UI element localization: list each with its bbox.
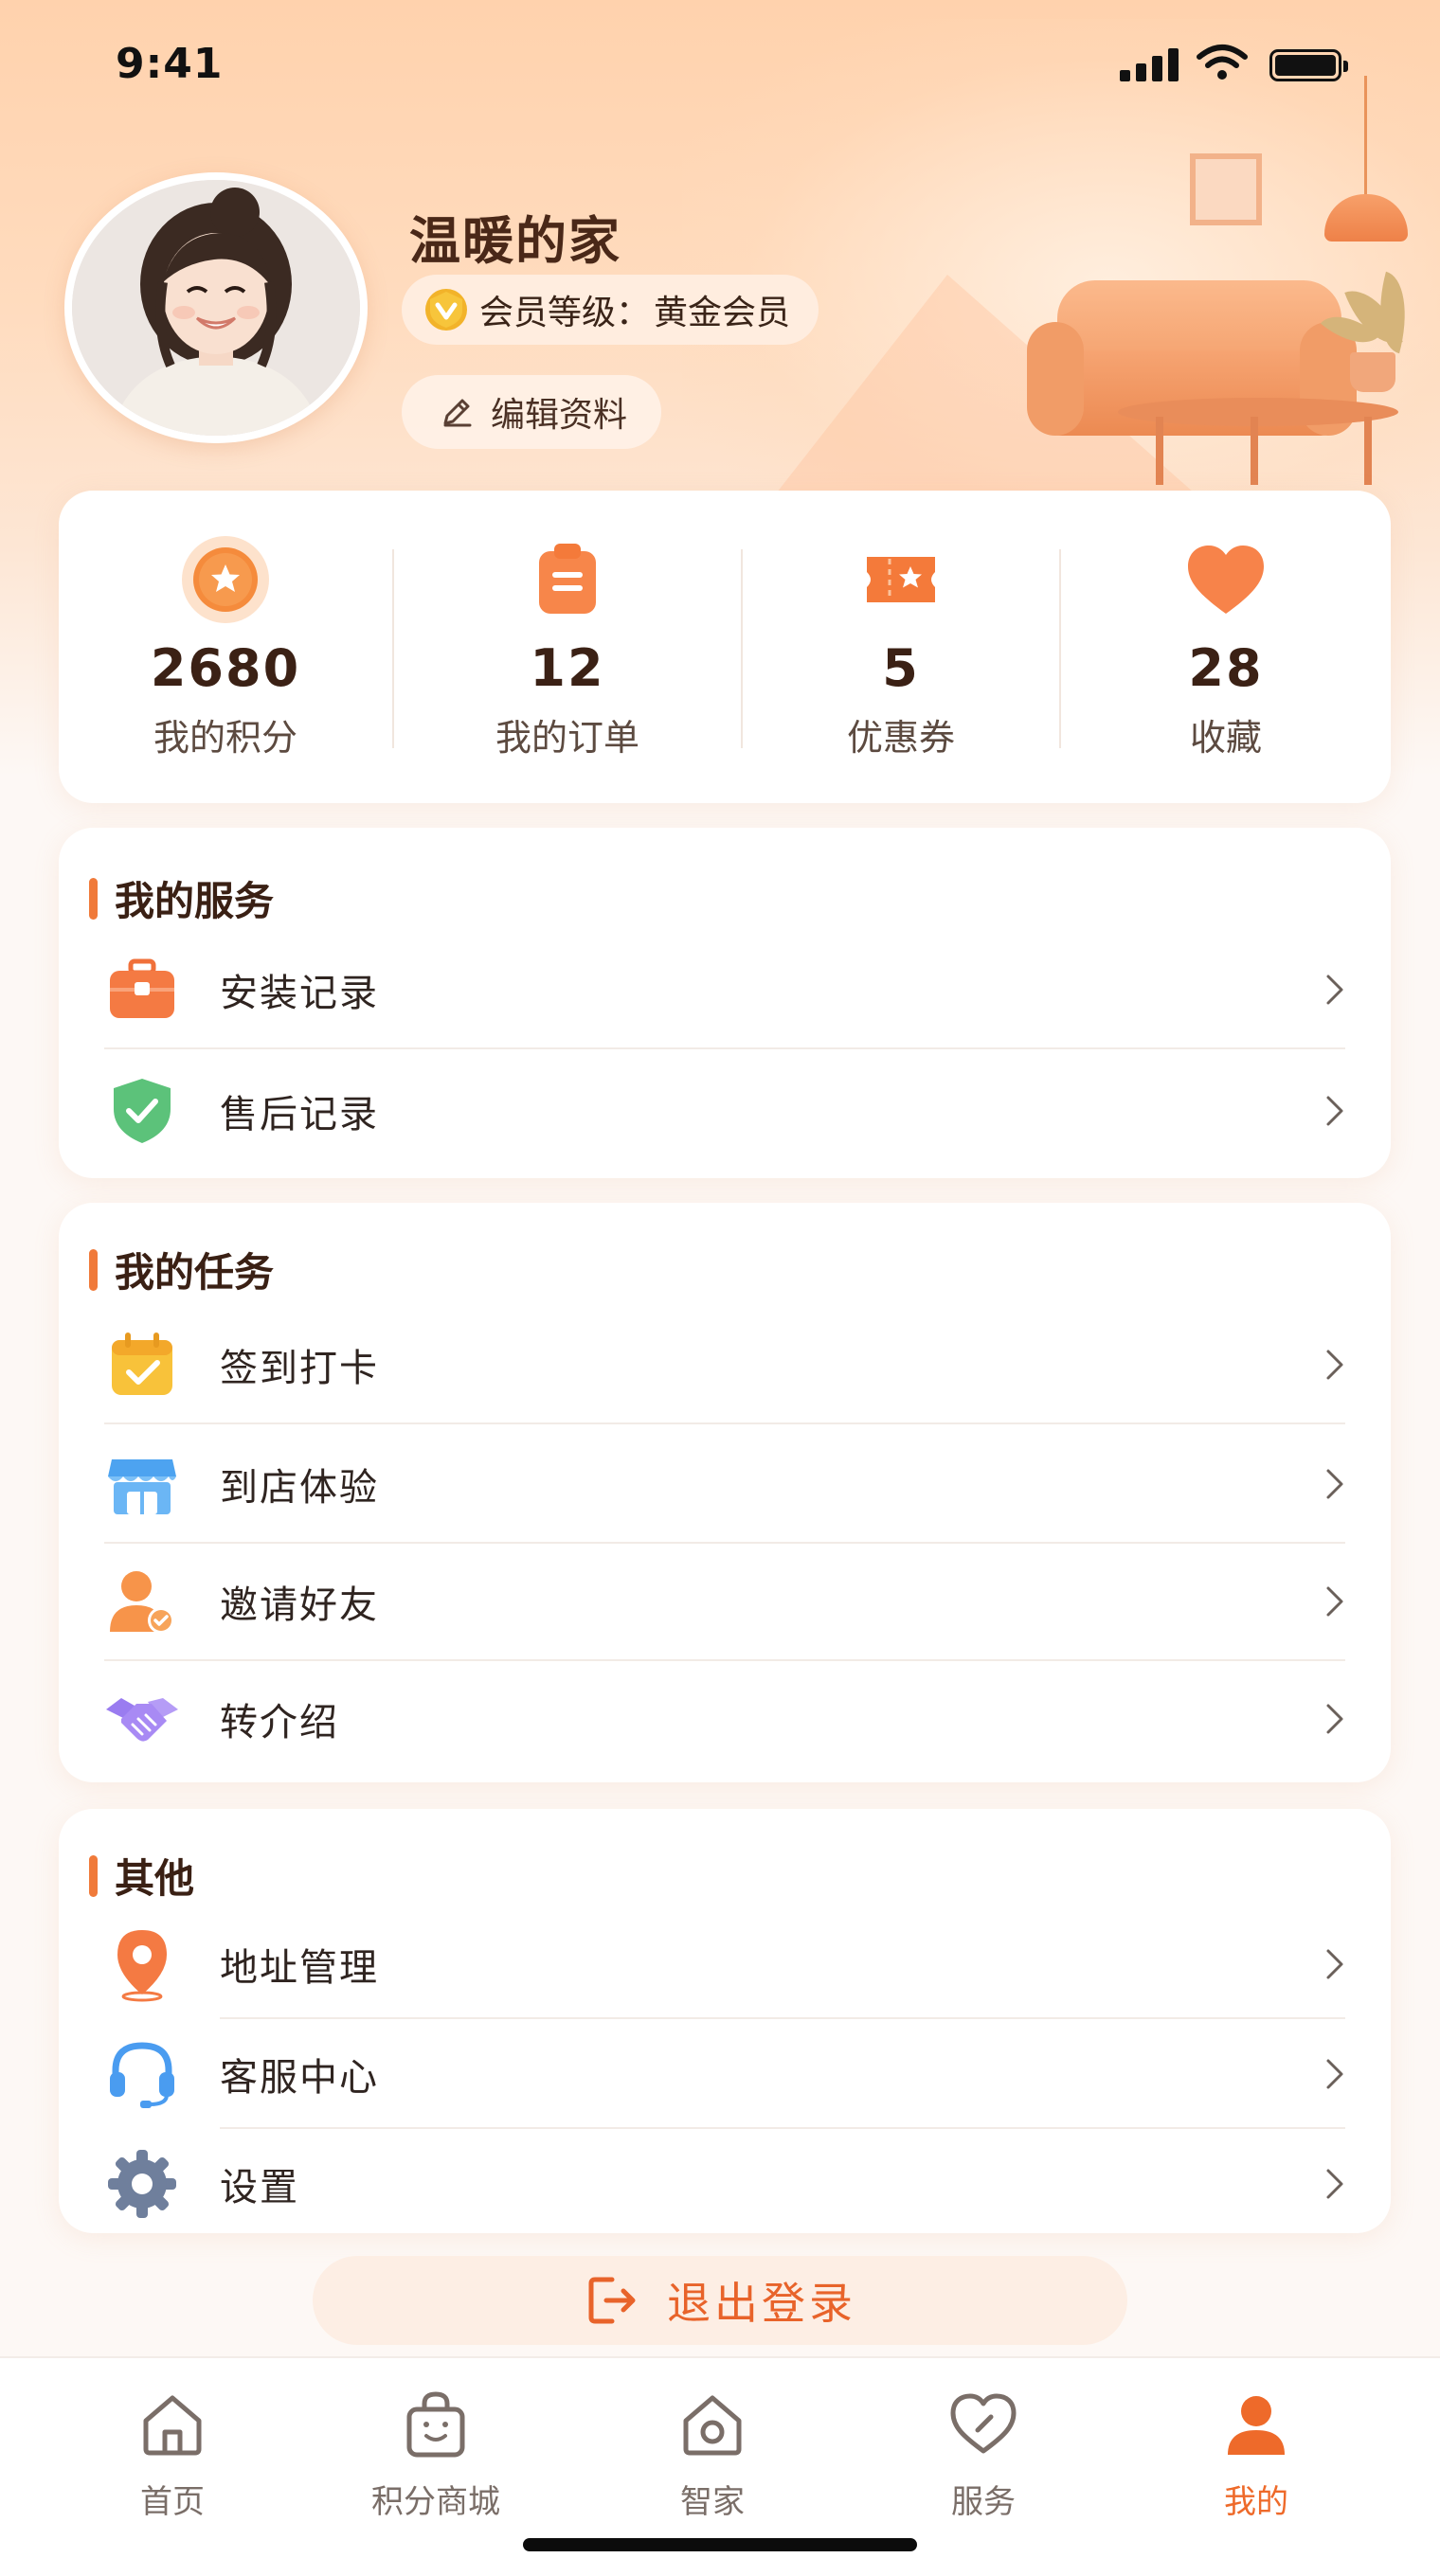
coupon-ticket-icon [867, 557, 935, 602]
points-star-icon [182, 536, 269, 623]
menu-item-address-management[interactable]: 地址管理 [59, 1909, 1391, 2019]
menu-item-label: 地址管理 [220, 1946, 379, 1990]
user-invite-icon [110, 1571, 174, 1634]
stat-value: 5 [882, 638, 920, 698]
avatar-photo [72, 180, 360, 436]
home-indicator [523, 2538, 917, 2551]
menu-item-label: 安装记录 [220, 972, 379, 1015]
tab-label: 服务 [951, 2483, 1016, 2521]
wifi-icon [1197, 45, 1248, 80]
logout-label: 退出登录 [667, 2278, 856, 2329]
menu-item-referral[interactable]: 转介绍 [59, 1659, 1391, 1779]
chevron-right-icon [1326, 1469, 1343, 1499]
store-icon [108, 1459, 176, 1514]
tab-label: 我的 [1224, 2483, 1288, 2521]
logout-icon [588, 2277, 636, 2324]
chevron-right-icon [1326, 2059, 1343, 2089]
chevron-right-icon [1326, 1586, 1343, 1617]
menu-item-customer-service[interactable]: 客服中心 [59, 2019, 1391, 2129]
tab-label: 首页 [140, 2483, 205, 2521]
heart-service-icon [950, 2393, 1017, 2454]
menu-item-label: 设置 [220, 2166, 299, 2209]
profile-name: 温暖的家 [409, 211, 621, 271]
tab-label: 智家 [680, 2483, 745, 2521]
stat-label: 我的积分 [153, 717, 297, 759]
menu-item-label: 转介绍 [220, 1701, 339, 1744]
stat-orders[interactable]: 12 我的订单 [394, 491, 741, 803]
shopping-bag-icon [406, 2391, 465, 2458]
menu-item-label: 到店体验 [220, 1466, 379, 1510]
member-level-value: 黄金会员 [654, 294, 791, 332]
section-title: 我的服务 [89, 869, 274, 927]
menu-item-label: 客服中心 [220, 2056, 379, 2100]
stat-label: 收藏 [1189, 717, 1262, 759]
section-title: 我的任务 [89, 1241, 274, 1298]
headset-icon [110, 2042, 174, 2108]
pencil-icon [443, 399, 472, 427]
vip-crown-icon [425, 289, 467, 331]
stat-value: 28 [1188, 638, 1264, 698]
member-level-label: 会员等级： [479, 294, 651, 332]
stat-label: 我的订单 [495, 717, 639, 759]
user-profile-icon [1228, 2396, 1285, 2455]
stat-value: 2680 [150, 638, 301, 698]
cellular-signal-icon [1120, 47, 1180, 81]
menu-item-label: 售后记录 [220, 1093, 379, 1136]
home-icon [143, 2395, 202, 2456]
stat-favorites[interactable]: 28 收藏 [1061, 491, 1391, 803]
location-pin-icon [117, 1930, 167, 2002]
stats-card: 2680 我的积分 12 我的订单 5 优惠券 28 收藏 [59, 491, 1391, 803]
menu-item-check-in[interactable]: 签到打卡 [59, 1305, 1391, 1424]
stat-coupons[interactable]: 5 优惠券 [743, 491, 1059, 803]
tab-smart-home[interactable]: 智家 [608, 2388, 817, 2521]
menu-item-label: 签到打卡 [220, 1347, 379, 1390]
battery-icon [1269, 49, 1348, 81]
chevron-right-icon [1326, 1350, 1343, 1380]
stat-points[interactable]: 2680 我的积分 [59, 491, 392, 803]
menu-item-label: 邀请好友 [220, 1583, 379, 1627]
avatar[interactable] [64, 172, 368, 443]
edit-profile-button[interactable]: 编辑资料 [402, 375, 662, 449]
section-title: 其他 [89, 1847, 194, 1905]
status-bar: 9:41 [0, 0, 1440, 133]
tab-label: 积分商城 [371, 2483, 500, 2521]
tab-mine[interactable]: 我的 [1152, 2388, 1360, 2521]
order-clipboard-icon [539, 544, 596, 614]
wall-frame-decoration [1190, 153, 1262, 225]
menu-item-install-records[interactable]: 安装记录 [59, 930, 1391, 1049]
edit-profile-label: 编辑资料 [491, 396, 628, 435]
calendar-check-icon [112, 1333, 172, 1395]
stat-value: 12 [530, 638, 605, 698]
menu-item-store-visit[interactable]: 到店体验 [59, 1424, 1391, 1544]
tab-service[interactable]: 服务 [879, 2388, 1088, 2521]
stat-label: 优惠券 [846, 717, 955, 759]
handshake-icon [106, 1698, 178, 1742]
favorite-heart-icon [1188, 546, 1264, 614]
gear-icon [108, 2150, 176, 2218]
chevron-right-icon [1326, 1096, 1343, 1126]
chevron-right-icon [1326, 975, 1343, 1005]
other-card: 其他 地址管理 客服中心 设置 [59, 1809, 1391, 2233]
chevron-right-icon [1326, 2169, 1343, 2199]
menu-item-aftersales-records[interactable]: 售后记录 [59, 1051, 1391, 1171]
menu-item-settings[interactable]: 设置 [59, 2129, 1391, 2239]
toolbox-icon [110, 958, 174, 1018]
services-card: 我的服务 安装记录 售后记录 [59, 828, 1391, 1178]
tasks-card: 我的任务 签到打卡 到店体验 邀请好友 转介绍 [59, 1203, 1391, 1782]
logout-button[interactable]: 退出登录 [313, 2256, 1127, 2345]
member-level-badge[interactable]: 会员等级： 黄金会员 [402, 275, 819, 345]
shield-check-icon [114, 1079, 171, 1143]
tab-points-mall[interactable]: 积分商城 [332, 2388, 540, 2521]
chevron-right-icon [1326, 1704, 1343, 1734]
chevron-right-icon [1326, 1949, 1343, 1979]
smart-home-icon [683, 2395, 742, 2456]
tab-home[interactable]: 首页 [68, 2388, 277, 2521]
status-time: 9:41 [116, 40, 224, 88]
menu-item-invite-friends[interactable]: 邀请好友 [59, 1542, 1391, 1661]
